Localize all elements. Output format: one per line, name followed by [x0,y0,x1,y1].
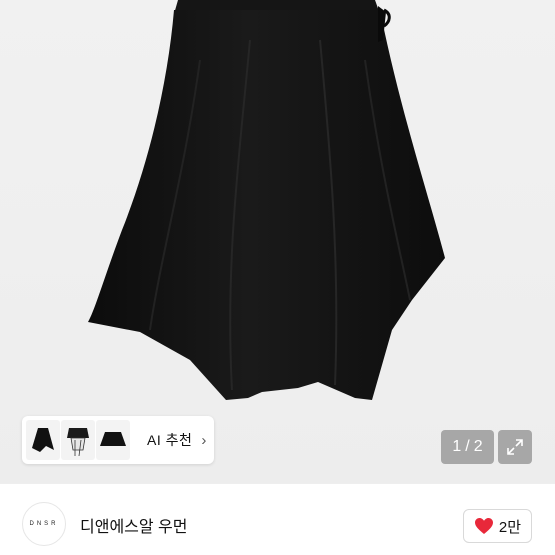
skirt-thumb-icon [32,428,54,452]
skirt-thumb-icon [100,432,126,446]
ai-recommend-label: AI 추천 [147,432,193,448]
recommend-thumbnail[interactable] [26,420,60,460]
recommend-thumbnail[interactable] [61,420,95,460]
expand-icon [507,439,523,455]
product-image[interactable] [0,0,555,483]
brand-logo[interactable]: DNSR [22,502,66,546]
heart-icon [474,518,493,534]
brand-logo-text: DNSR [29,521,59,527]
brand-name[interactable]: 디앤에스알 우먼 [80,513,188,537]
image-pager: 1 / 2 [441,430,494,464]
pager-total: 2 [473,438,483,455]
recommend-thumbnail[interactable] [96,420,130,460]
pager-separator: / [465,438,470,455]
chevron-right-icon: › [201,431,207,449]
skirt-illustration [88,0,445,400]
ai-recommend-strip[interactable]: AI 추천 › [22,416,214,464]
pager-current: 1 [452,438,462,455]
like-button[interactable]: 2만 [463,509,532,543]
seller-bar: DNSR 디앤에스알 우먼 2만 [0,483,555,555]
skirt-thumb-icon [67,428,89,457]
expand-button[interactable] [498,430,532,464]
like-count: 2만 [498,518,522,536]
